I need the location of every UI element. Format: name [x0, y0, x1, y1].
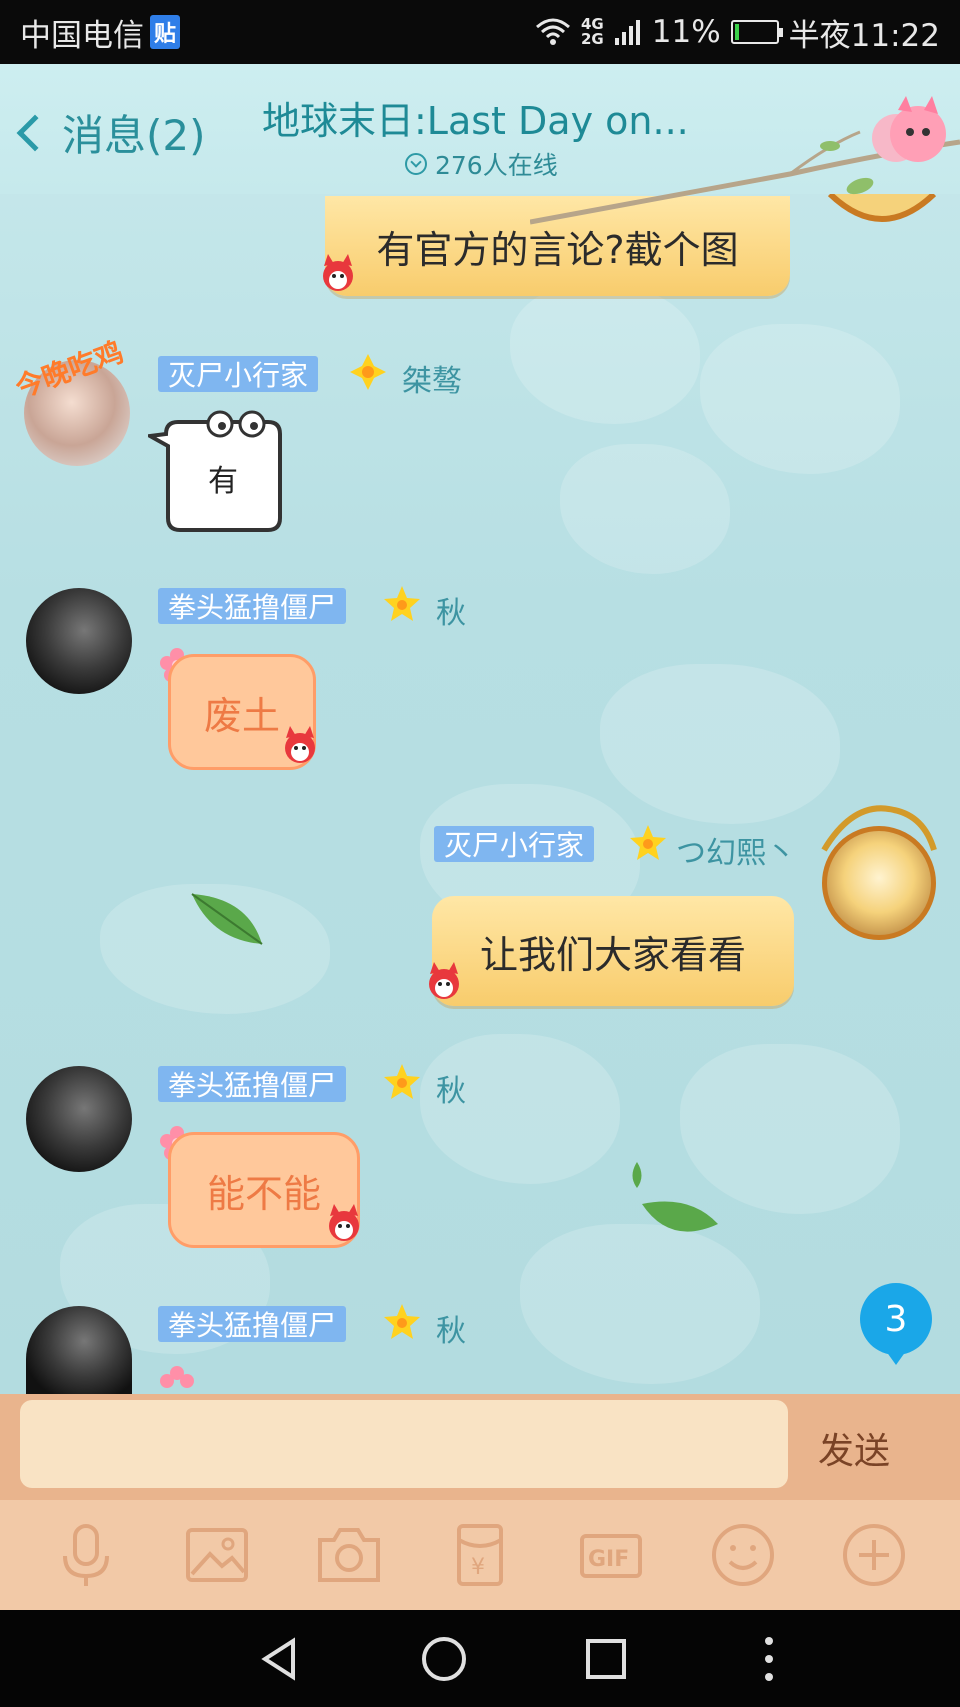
- sender-name-tag[interactable]: 拳头猛撸僵尸: [158, 1306, 347, 1342]
- svg-text:¥: ¥: [471, 1555, 485, 1580]
- svg-text:今晚吃鸡: 今晚吃鸡: [16, 336, 128, 405]
- message-text: 能不能: [206, 1171, 321, 1216]
- emoji-icon[interactable]: [703, 1515, 783, 1595]
- nav-more-icon[interactable]: [739, 1629, 799, 1689]
- honor-title: 秋: [436, 1314, 466, 1349]
- camera-icon[interactable]: [309, 1515, 389, 1595]
- back-button[interactable]: 消息(2): [12, 102, 206, 163]
- diamond-star-icon: [384, 1064, 420, 1099]
- honor-title: 秋: [436, 1074, 466, 1109]
- input-bar: 发送: [0, 1394, 960, 1500]
- carrier-name: 中国电信: [20, 17, 144, 54]
- sender-name-tag[interactable]: 灭尸小行家: [158, 356, 319, 392]
- signal-icon: [614, 20, 640, 45]
- message-text: 让我们大家看看: [479, 932, 746, 977]
- network-type: 4G 2G: [581, 15, 604, 48]
- sender-name-tag[interactable]: 拳头猛撸僵尸: [158, 1066, 347, 1102]
- tieba-app-icon: 贴: [150, 15, 181, 49]
- sender-name-tag[interactable]: 拳头猛撸僵尸: [158, 588, 347, 624]
- diamond-star-icon: [350, 354, 386, 390]
- battery-percent: 11%: [651, 14, 721, 50]
- input-toolbar: ¥ GIF: [0, 1500, 960, 1610]
- gif-label: GIF: [588, 1547, 629, 1572]
- fox-mascot-icon: [285, 726, 315, 763]
- fox-mascot-icon: [323, 254, 353, 291]
- system-nav-bar: [0, 1610, 960, 1707]
- battery-level: [734, 24, 739, 40]
- online-count-row[interactable]: 276人在线: [405, 146, 558, 182]
- carrier: 中国电信 贴: [20, 10, 181, 55]
- flower-icon: [160, 1366, 194, 1388]
- star-icon: [384, 586, 420, 621]
- chevron-left-icon: [16, 114, 54, 151]
- fox-mascot-icon: [429, 962, 459, 999]
- background-stone: [520, 1224, 760, 1384]
- dragon-frame-decoration: [821, 805, 937, 852]
- message-bubble-outgoing[interactable]: 让我们大家看看: [432, 896, 794, 1006]
- status-bar: 中国电信 贴 4G 2G 11% 半夜11:22: [0, 0, 960, 64]
- mic-icon[interactable]: [46, 1515, 126, 1595]
- background-stone: [510, 284, 700, 424]
- message-input[interactable]: [20, 1400, 788, 1488]
- background-stone: [700, 324, 900, 474]
- back-label: 消息(2): [62, 111, 206, 160]
- star-icon: [630, 825, 666, 860]
- leaf-decoration: [642, 1201, 718, 1232]
- nav-recents-icon[interactable]: [576, 1629, 636, 1689]
- honor-title: 桀骜: [402, 364, 462, 399]
- sender-avatar[interactable]: [26, 588, 132, 694]
- avatar-frame-text: 今晚吃鸡: [16, 336, 128, 405]
- red-packet-icon[interactable]: ¥: [440, 1515, 520, 1595]
- gif-icon[interactable]: GIF: [571, 1515, 651, 1595]
- sticker-text: 有: [208, 464, 238, 499]
- sender-name-tag[interactable]: 灭尸小行家: [434, 826, 595, 862]
- status-indicators: 4G 2G 11% 半夜11:22: [535, 10, 940, 55]
- honor-title: つ幻熙丶: [676, 836, 796, 871]
- unread-count-badge[interactable]: 3: [860, 1283, 932, 1365]
- sender-avatar[interactable]: [26, 1066, 132, 1172]
- send-button[interactable]: 发送: [818, 1422, 890, 1474]
- clock: 半夜11:22: [788, 17, 940, 54]
- background-stone: [560, 444, 730, 574]
- group-avatar[interactable]: [868, 94, 948, 174]
- wifi-icon: [536, 18, 570, 45]
- leaf-decoration: [191, 893, 263, 945]
- plus-icon[interactable]: [834, 1515, 914, 1595]
- chat-header: 消息(2) 地球末日:Last Day on... 276人在线: [0, 64, 960, 225]
- image-icon[interactable]: [177, 1515, 257, 1595]
- nav-back-icon[interactable]: [251, 1629, 311, 1689]
- fox-mascot-icon: [329, 1204, 359, 1241]
- chevron-down-circle-icon: [405, 153, 427, 175]
- star-icon: [384, 1304, 420, 1339]
- background-stone: [680, 1044, 900, 1214]
- online-count: 276人在线: [435, 151, 558, 180]
- nav-home-icon[interactable]: [414, 1629, 474, 1689]
- message-text: 废土: [203, 693, 280, 738]
- honor-title: 秋: [436, 596, 466, 631]
- group-title[interactable]: 地球末日:Last Day on...: [262, 90, 702, 145]
- background-stone: [600, 664, 840, 824]
- leaf-decoration: [632, 1162, 642, 1188]
- battery-icon: [730, 20, 783, 44]
